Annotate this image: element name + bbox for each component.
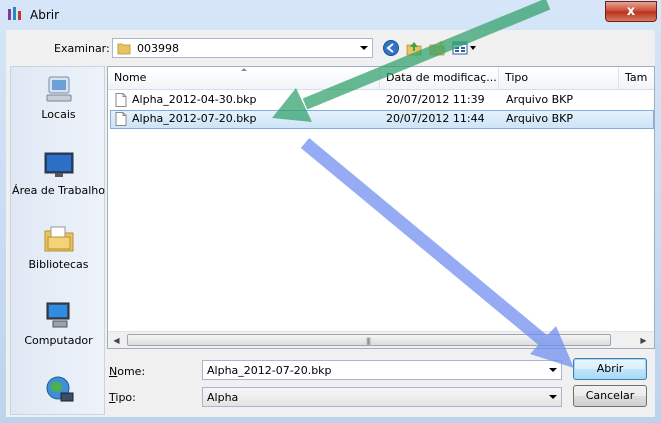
column-tipo[interactable]: Tipo bbox=[499, 67, 619, 89]
filename-input[interactable]: Alpha_2012-07-20.bkp bbox=[202, 360, 562, 380]
filename-label: Nome: bbox=[109, 365, 145, 378]
column-data[interactable]: Data de modificaç... bbox=[380, 67, 499, 89]
column-label: Tipo bbox=[505, 71, 529, 84]
scroll-thumb[interactable]: ||| bbox=[127, 334, 611, 346]
sort-ascending-icon bbox=[241, 68, 247, 71]
recent-places-icon bbox=[46, 76, 71, 102]
look-in-combo[interactable]: 003998 bbox=[112, 38, 373, 58]
filetype-select[interactable]: Alpha bbox=[202, 387, 562, 407]
file-date: 20/07/2012 11:44 bbox=[386, 112, 485, 125]
column-header: Nome Data de modificaç... Tipo Tam bbox=[108, 67, 654, 90]
network-icon bbox=[46, 376, 73, 402]
filename-label-accesskey: N bbox=[109, 365, 118, 378]
filename-label-text: ome: bbox=[117, 365, 146, 378]
file-type: Arquivo BKP bbox=[506, 93, 573, 106]
place-label: Bibliotecas bbox=[28, 258, 89, 271]
libraries-icon bbox=[44, 226, 73, 252]
filetype-value: Alpha bbox=[207, 391, 239, 404]
look-in-value: 003998 bbox=[137, 42, 179, 55]
file-icon bbox=[115, 112, 127, 126]
file-list[interactable]: Nome Data de modificaç... Tipo Tam Alpha… bbox=[107, 66, 655, 349]
file-date: 20/07/2012 11:39 bbox=[386, 93, 485, 106]
back-icon[interactable] bbox=[382, 39, 400, 57]
up-folder-icon[interactable] bbox=[405, 39, 423, 57]
open-file-dialog: Abrir x Examinar: 003998 Locais Área de … bbox=[0, 0, 661, 423]
close-icon: x bbox=[626, 4, 636, 19]
place-area-de-trabalho[interactable]: Área de Trabalho bbox=[11, 149, 106, 198]
grip-icon: ||| bbox=[366, 337, 371, 345]
column-label: Data de modificaç... bbox=[386, 71, 497, 84]
place-label: Computador bbox=[24, 334, 93, 347]
place-label: Área de Trabalho bbox=[12, 184, 105, 197]
filetype-label-text: ipo: bbox=[115, 391, 136, 404]
file-row-selected[interactable]: Alpha_2012-07-20.bkp 20/07/2012 11:44 Ar… bbox=[110, 110, 654, 129]
column-label: Nome bbox=[114, 71, 147, 84]
place-computador[interactable]: Computador bbox=[11, 299, 106, 348]
column-nome[interactable]: Nome bbox=[108, 67, 380, 89]
app-icon bbox=[8, 7, 21, 20]
horizontal-scrollbar[interactable]: ◀ ||| ▶ bbox=[108, 331, 654, 348]
file-row[interactable]: Alpha_2012-04-30.bkp 20/07/2012 11:39 Ar… bbox=[110, 91, 654, 110]
cancel-button[interactable]: Cancelar bbox=[573, 385, 647, 407]
filename-value: Alpha_2012-07-20.bkp bbox=[207, 364, 332, 377]
place-bibliotecas[interactable]: Bibliotecas bbox=[11, 223, 106, 272]
open-button[interactable]: Abrir bbox=[573, 358, 647, 380]
column-label: Tam bbox=[625, 71, 648, 84]
column-tamanho[interactable]: Tam bbox=[619, 67, 654, 89]
close-button[interactable]: x bbox=[605, 1, 657, 22]
file-type: Arquivo BKP bbox=[506, 112, 573, 125]
place-label: Locais bbox=[41, 108, 76, 121]
window-title: Abrir bbox=[30, 8, 60, 22]
chevron-down-icon[interactable] bbox=[549, 368, 557, 372]
folder-icon bbox=[117, 43, 131, 55]
computer-icon bbox=[46, 302, 69, 328]
view-menu-icon[interactable] bbox=[452, 39, 478, 57]
place-rede[interactable] bbox=[11, 373, 106, 405]
filetype-label: Tipo: bbox=[109, 391, 136, 404]
look-in-label: Examinar: bbox=[54, 42, 110, 55]
file-icon bbox=[115, 93, 127, 107]
title-bar[interactable]: Abrir x bbox=[0, 0, 661, 30]
desktop-icon bbox=[44, 152, 73, 177]
new-folder-icon[interactable] bbox=[428, 39, 446, 57]
chevron-down-icon[interactable] bbox=[360, 46, 368, 50]
file-name: Alpha_2012-07-20.bkp bbox=[132, 112, 257, 125]
scroll-left-icon[interactable]: ◀ bbox=[108, 332, 125, 348]
chevron-down-icon[interactable] bbox=[549, 395, 557, 399]
file-name: Alpha_2012-04-30.bkp bbox=[132, 93, 257, 106]
dialog-body: Examinar: 003998 Locais Área de Trabalho… bbox=[6, 30, 655, 417]
scroll-right-icon[interactable]: ▶ bbox=[635, 332, 652, 348]
place-locais[interactable]: Locais bbox=[11, 73, 106, 122]
places-bar: Locais Área de Trabalho Bibliotecas Comp… bbox=[10, 66, 105, 415]
